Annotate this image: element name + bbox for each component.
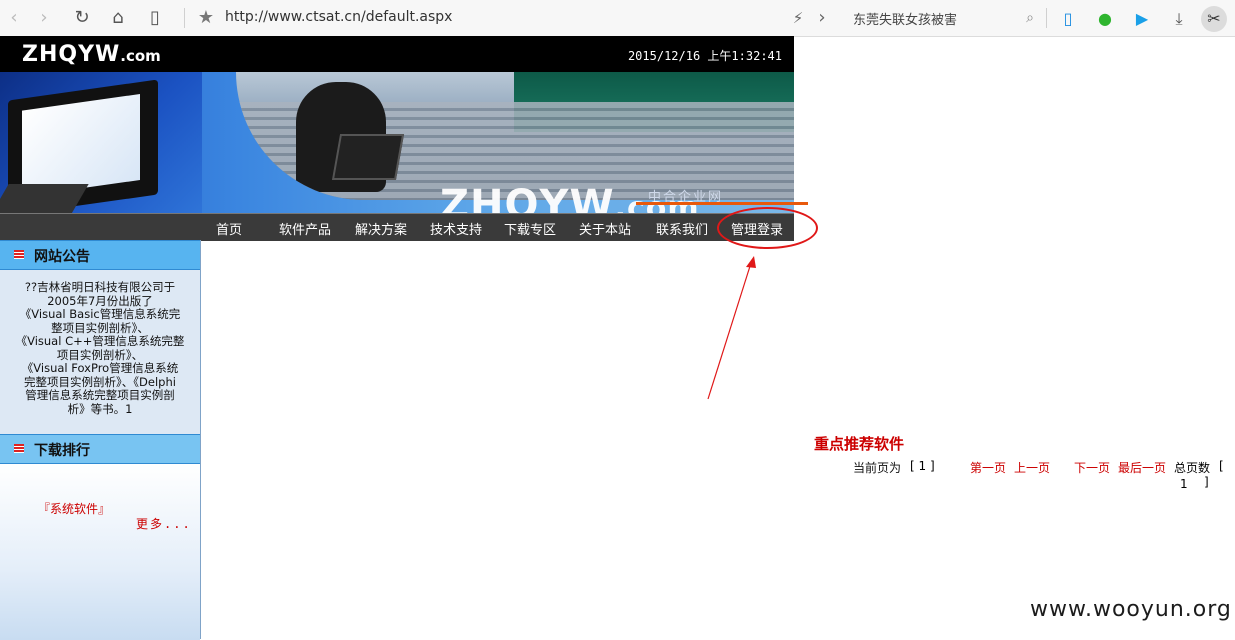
annotation-ellipse — [717, 207, 818, 249]
main-nav: 首页 软件产品 解决方案 技术支持 下载专区 关于本站 联系我们 管理登录 — [0, 213, 794, 241]
rank-title: 下载排行 — [34, 443, 90, 459]
search-input[interactable]: 东莞失联女孩被害 — [853, 9, 957, 28]
total-pages-value: 1 — [1180, 477, 1188, 491]
phone-icon[interactable]: ▯ — [1055, 6, 1081, 32]
notice-body: ??吉林省明日科技有限公司于 2005年7月份出版了 《Visual Basic… — [0, 270, 200, 434]
download-icon[interactable]: ⤓ — [1166, 6, 1192, 32]
list-icon — [14, 444, 24, 453]
star-icon[interactable]: ★ — [194, 6, 218, 30]
first-page-link[interactable]: 第一页 — [970, 459, 1006, 476]
site-topbar: ZHQYW.com 2015/12/16 上午1:32:41 — [0, 36, 794, 72]
notice-line: 项目实例剖析》、 — [56, 347, 144, 362]
reload-icon[interactable]: ↻ — [70, 6, 94, 30]
nav-home[interactable]: 首页 — [216, 219, 242, 238]
logo-suffix: .com — [120, 47, 161, 65]
forward-icon[interactable]: › — [32, 6, 56, 30]
toolbar-divider — [1046, 8, 1047, 28]
notice-line: ??吉林省明日科技有限公司于 — [24, 280, 176, 294]
datetime: 2015/12/16 上午1:32:41 — [627, 49, 782, 63]
nav-downloads[interactable]: 下载专区 — [504, 219, 556, 238]
site-banner: 中合企业网 ZHQYW.com — [0, 72, 794, 213]
notice-line: 《Visual FoxPro管理信息系统 — [21, 361, 179, 375]
list-icon — [14, 250, 24, 259]
wechat-icon[interactable]: ● — [1092, 6, 1118, 32]
more-link[interactable]: 更多... — [136, 515, 192, 532]
lightning-icon[interactable]: ⚡ — [786, 6, 810, 30]
rank-category-link[interactable]: 『系统软件』 — [38, 500, 110, 517]
nav-solutions[interactable]: 解决方案 — [355, 219, 407, 238]
play-icon[interactable]: ▶ — [1129, 6, 1155, 32]
nav-contact[interactable]: 联系我们 — [656, 219, 708, 238]
nav-about[interactable]: 关于本站 — [579, 219, 631, 238]
search-box[interactable]: 东莞失联女孩被害 ⌕ — [845, 6, 1040, 30]
recommended-title: 重点推荐软件 — [814, 435, 905, 453]
prev-page-link[interactable]: 上一页 — [1014, 459, 1050, 476]
current-page-value: [ 1 ] — [910, 459, 935, 473]
rank-body: 『系统软件』 更多... — [0, 464, 200, 640]
search-icon[interactable]: ⌕ — [1026, 9, 1034, 26]
total-pages-close: ] — [1204, 475, 1209, 489]
site-logo[interactable]: ZHQYW.com — [22, 42, 161, 67]
last-page-link[interactable]: 最后一页 — [1118, 459, 1166, 476]
banner-logo: ZHQYW.com — [440, 182, 700, 213]
notice-line: 《Visual Basic管理信息系统完 — [19, 307, 181, 321]
site-container: ZHQYW.com 2015/12/16 上午1:32:41 中合企业网 ZHQ… — [0, 36, 794, 241]
notice-line: 整项目实例剖析》、 — [51, 320, 149, 335]
watermark: www.wooyun.org — [1030, 597, 1232, 622]
current-page-label: 当前页为 — [853, 461, 902, 475]
toolbar-divider — [184, 8, 185, 28]
notice-line: 2005年7月份出版了 — [47, 293, 153, 308]
home-icon[interactable]: ⌂ — [106, 6, 130, 30]
next-page-link[interactable]: 下一页 — [1074, 459, 1110, 476]
browser-toolbar: ‹ › ↻ ⌂ ▯ ★ http://www.ctsat.cn/default.… — [0, 0, 1235, 37]
notice-line: 完整项目实例剖析》、《Delphi — [24, 374, 176, 389]
reader-icon[interactable]: ▯ — [143, 6, 167, 30]
banner-photo — [236, 72, 794, 200]
notice-title: 网站公告 — [34, 249, 90, 265]
logo-text: ZHQYW — [22, 42, 121, 67]
notice-line: 析》等书。1 — [67, 401, 133, 416]
address-bar[interactable]: http://www.ctsat.cn/default.aspx — [225, 9, 452, 25]
rank-header: 下载排行 — [0, 434, 200, 464]
nav-software[interactable]: 软件产品 — [279, 219, 331, 238]
notice-line: 管理信息系统完整项目实例剖 — [25, 388, 175, 402]
banner-logo-text: ZHQYW — [440, 182, 615, 213]
banner-monitor-graphic — [0, 72, 202, 213]
total-pages-label: 总页数 — [1174, 461, 1211, 475]
notice-line: 《Visual C++管理信息系统完整 — [15, 334, 185, 348]
nav-support[interactable]: 技术支持 — [430, 219, 482, 238]
total-pages-open: [ — [1219, 459, 1224, 473]
notice-header: 网站公告 — [0, 240, 200, 270]
nav-active-underline — [636, 202, 808, 205]
sidebar: 网站公告 ??吉林省明日科技有限公司于 2005年7月份出版了 《Visual … — [0, 240, 201, 640]
back-icon[interactable]: ‹ — [2, 6, 26, 30]
keyboard-image — [0, 184, 89, 213]
scissor-icon[interactable]: ✂ — [1201, 6, 1227, 32]
chevron-right-icon[interactable]: › — [810, 6, 834, 30]
